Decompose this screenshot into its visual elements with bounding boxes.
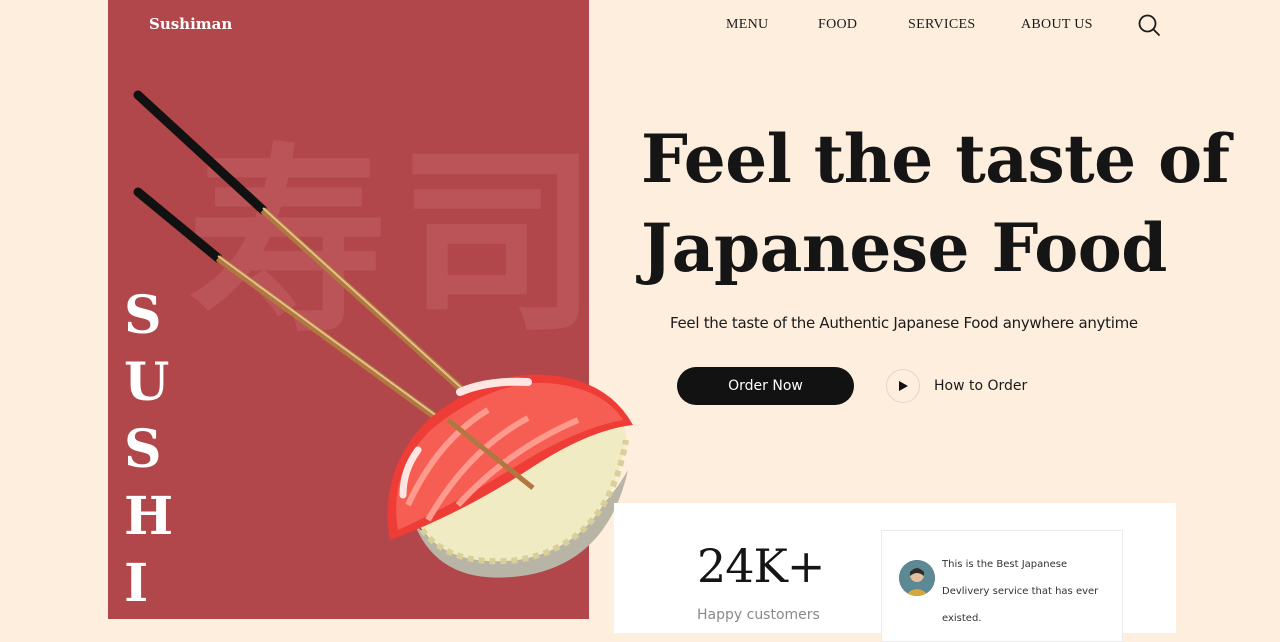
nav-item-food[interactable]: FOOD xyxy=(818,17,857,33)
play-button[interactable] xyxy=(886,369,920,403)
hero-headline: Feel the taste of Japanese Food xyxy=(641,115,1230,293)
stat-label: Happy customers xyxy=(697,607,820,623)
order-now-button[interactable]: Order Now xyxy=(677,367,854,405)
stats-card: 24K+ Happy customers This is the Best Ja… xyxy=(614,503,1176,642)
headline-line-1: Feel the taste of xyxy=(641,120,1230,198)
background-kanji: 寿司 xyxy=(188,127,589,360)
stat-value: 24K+ xyxy=(697,539,825,593)
brand-panel: 寿司 xyxy=(108,0,589,619)
how-to-order-link[interactable]: How to Order xyxy=(886,368,1027,404)
vertical-letter: S xyxy=(124,419,162,480)
vertical-letter: I xyxy=(124,553,149,614)
testimonial-text: This is the Best Japanese Devlivery serv… xyxy=(942,559,1099,624)
nav-item-about-us[interactable]: ABOUT US xyxy=(1021,17,1093,33)
hero-subline: Feel the taste of the Authentic Japanese… xyxy=(670,314,1138,332)
avatar-icon xyxy=(899,560,935,596)
headline-line-2: Japanese Food xyxy=(641,209,1167,287)
nav-item-services[interactable]: SERVICES xyxy=(908,17,975,33)
search-icon[interactable] xyxy=(1137,13,1161,37)
vertical-letter: S xyxy=(124,285,162,346)
avatar xyxy=(899,560,935,596)
logo[interactable]: Sushiman xyxy=(149,15,232,33)
vertical-letter: U xyxy=(124,352,170,413)
vertical-sushi-word: S U S H I xyxy=(124,282,174,617)
play-icon xyxy=(899,381,908,391)
nav-item-menu[interactable]: MENU xyxy=(726,17,768,33)
vertical-letter: H xyxy=(124,486,174,547)
testimonial-card: This is the Best Japanese Devlivery serv… xyxy=(881,530,1123,642)
how-to-order-label: How to Order xyxy=(934,378,1028,394)
